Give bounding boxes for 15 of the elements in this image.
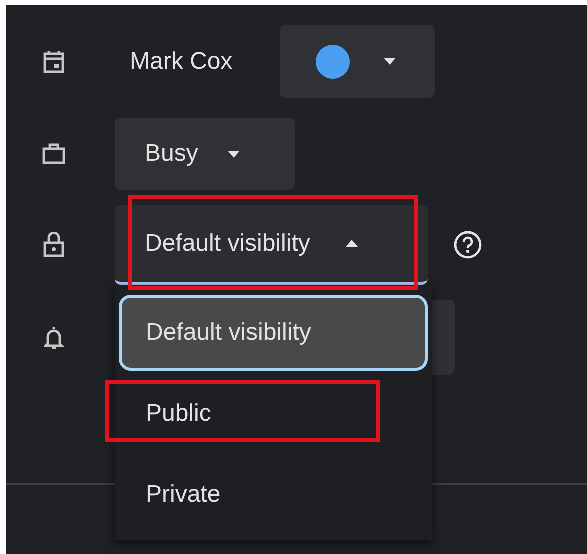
lock-icon xyxy=(42,232,64,258)
caret-icon xyxy=(346,240,358,247)
menu-option[interactable]: Default visibility xyxy=(119,295,428,371)
menu-option[interactable]: Public xyxy=(119,376,428,452)
bell-icon xyxy=(44,324,64,350)
briefcase-icon xyxy=(42,143,66,165)
calendar-owner: Mark Cox xyxy=(129,48,234,76)
caret-icon xyxy=(228,150,240,158)
availability-dropdown[interactable]: Busy xyxy=(115,118,295,190)
caret-icon xyxy=(384,58,396,65)
menu-option[interactable]: Private xyxy=(119,457,428,533)
calendar-icon xyxy=(42,50,64,74)
visibility-dropdown[interactable]: Default visibility xyxy=(115,205,428,285)
color-dropdown[interactable] xyxy=(280,25,435,98)
help-icon[interactable] xyxy=(453,230,483,260)
